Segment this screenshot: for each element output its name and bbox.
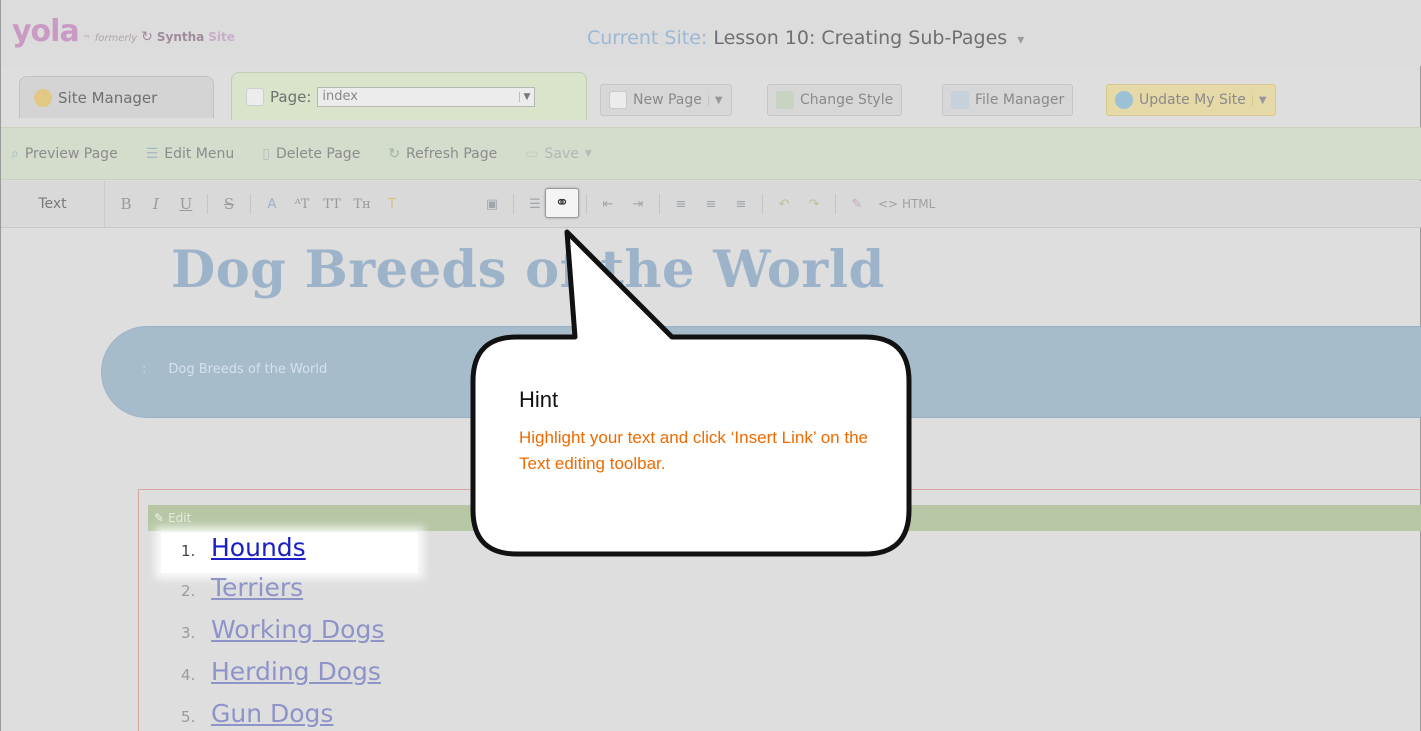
- page-icon: [246, 87, 264, 106]
- change-style-label: Change Style: [800, 92, 894, 108]
- breed-link[interactable]: Working Dogs: [211, 615, 384, 644]
- chevron-down-icon[interactable]: ▼: [707, 94, 723, 106]
- page-actions-bar: ⌕ Preview Page ☰ Edit Menu ▯ Delete Page…: [1, 127, 1421, 180]
- change-style-button[interactable]: Change Style: [767, 84, 903, 116]
- save-icon: ▭: [525, 145, 539, 162]
- underline-button[interactable]: U: [177, 195, 195, 213]
- former-brand-part2: Site: [208, 30, 235, 44]
- breed-link[interactable]: Herding Dogs: [211, 657, 381, 686]
- refresh-page-label: Refresh Page: [406, 145, 498, 162]
- edit-label: Edit: [168, 511, 192, 525]
- hint-body: Highlight your text and click ‘Insert Li…: [519, 428, 868, 473]
- list-item[interactable]: 3. Working Dogs: [161, 615, 418, 657]
- html-label: HTML: [901, 197, 936, 211]
- chevron-down-icon: ▼: [519, 91, 530, 102]
- new-page-button[interactable]: New Page ▼: [600, 84, 732, 116]
- list-number: 3.: [181, 624, 196, 642]
- hint-title: Hint: [519, 387, 559, 412]
- superscript-icon[interactable]: ᴬT: [293, 197, 311, 212]
- update-site-button[interactable]: Update My Site ▼: [1106, 84, 1276, 116]
- html-view-button[interactable]: <> HTML: [878, 197, 935, 211]
- file-manager-icon: [951, 91, 969, 109]
- file-manager-button[interactable]: File Manager: [942, 84, 1074, 116]
- logo-formerly: formerly: [94, 33, 138, 44]
- update-site-label: Update My Site: [1139, 92, 1246, 108]
- breed-link[interactable]: Hounds: [211, 533, 306, 562]
- tab-page-label: Page:: [270, 87, 312, 106]
- list-number: 4.: [181, 666, 196, 684]
- current-site-selector[interactable]: Current Site: Lesson 10: Creating Sub-Pa…: [587, 27, 1024, 49]
- strikethrough-button[interactable]: S: [220, 195, 238, 213]
- breed-list: 1. Hounds 2. Terriers 3. Working Dogs 4.…: [161, 533, 418, 731]
- pencil-icon: ✎: [154, 511, 165, 525]
- nav-separator: :: [142, 362, 147, 377]
- former-brand-part1: Syntha: [156, 30, 205, 44]
- magnifier-icon: ⌕: [11, 145, 19, 162]
- chevron-down-icon: ▼: [584, 148, 592, 159]
- tab-page[interactable]: Page: index ▼: [231, 72, 587, 120]
- refresh-page-button[interactable]: ↻ Refresh Page: [388, 146, 497, 162]
- font-color-icon[interactable]: A: [263, 197, 281, 212]
- preview-page-button[interactable]: ⌕ Preview Page: [11, 146, 118, 162]
- new-page-icon: [609, 91, 627, 109]
- list-item[interactable]: 2. Terriers: [161, 573, 418, 615]
- font-size-icon[interactable]: TT: [323, 197, 341, 212]
- file-manager-label: File Manager: [975, 92, 1065, 108]
- heading-icon[interactable]: Tʜ: [353, 197, 371, 212]
- breed-link[interactable]: Gun Dogs: [211, 699, 333, 728]
- tab-site-manager-label: Site Manager: [58, 88, 158, 107]
- current-site-label: Current Site:: [587, 27, 708, 49]
- chevron-down-icon[interactable]: ▼: [1251, 94, 1267, 106]
- list-item[interactable]: 1. Hounds: [161, 533, 418, 573]
- list-number: 1.: [181, 542, 196, 560]
- delete-page-label: Delete Page: [275, 145, 361, 162]
- list-number: 2.: [181, 582, 196, 600]
- menu-icon: ☰: [145, 145, 159, 162]
- nav-item-home[interactable]: Dog Breeds of the World: [168, 362, 327, 377]
- site-manager-icon: [34, 88, 52, 107]
- preview-page-label: Preview Page: [24, 145, 118, 162]
- current-site-name: Lesson 10: Creating Sub-Pages: [713, 27, 1008, 49]
- list-item[interactable]: 4. Herding Dogs: [161, 657, 418, 699]
- save-label: Save: [544, 145, 579, 162]
- globe-icon: [1115, 91, 1133, 109]
- delete-page-button[interactable]: ▯ Delete Page: [262, 146, 360, 162]
- edit-menu-label: Edit Menu: [164, 145, 235, 162]
- logo-tm: ™: [82, 34, 91, 43]
- text-toolbar-label: Text: [1, 181, 105, 227]
- page-select-value: index: [322, 89, 358, 104]
- bold-button[interactable]: B: [117, 195, 135, 213]
- style-icon: [776, 91, 794, 109]
- trash-icon: ▯: [262, 145, 270, 162]
- page-select[interactable]: index ▼: [317, 86, 536, 107]
- chevron-down-icon: ▾: [1017, 32, 1025, 48]
- code-icon: <>: [878, 197, 899, 211]
- refresh-icon: ↻: [388, 145, 401, 162]
- tab-site-manager[interactable]: Site Manager: [19, 76, 214, 118]
- top-bar: yola ™ formerly ↻ Syntha Site Current Sit…: [1, 0, 1421, 66]
- clear-format-icon[interactable]: T: [383, 197, 401, 212]
- italic-button[interactable]: I: [147, 195, 165, 213]
- synthasite-logo-icon: ↻: [141, 29, 153, 45]
- yola-logo[interactable]: yola ™ formerly ↻ Syntha Site: [12, 14, 235, 49]
- list-number: 5.: [181, 708, 196, 726]
- edit-menu-button[interactable]: ☰ Edit Menu: [146, 146, 235, 162]
- logo-text: yola: [12, 14, 80, 49]
- new-page-label: New Page: [633, 92, 702, 108]
- list-item[interactable]: 5. Gun Dogs: [161, 699, 418, 731]
- breed-link[interactable]: Terriers: [211, 573, 303, 602]
- save-button[interactable]: ▭ Save ▼: [525, 146, 592, 162]
